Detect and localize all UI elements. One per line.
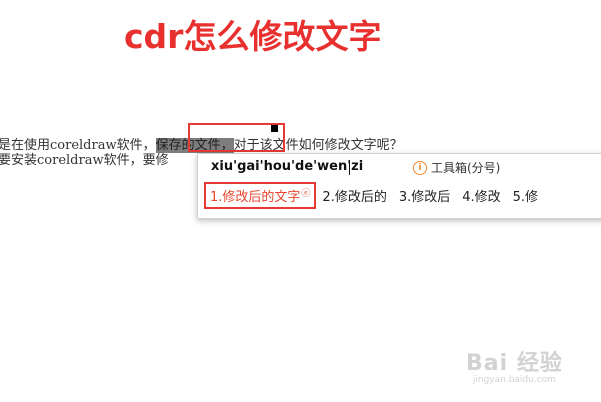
candidate-5[interactable]: 5.修 bbox=[507, 183, 544, 208]
cloud-suggestion-icon: ⓔ bbox=[301, 189, 311, 199]
watermark-brand: Bai 经验 bbox=[466, 351, 563, 376]
candidate-list: 1.修改后的文字ⓔ 2.修改后的 3.修改后 4.修改 5.修 bbox=[204, 182, 544, 209]
toolbox-button[interactable]: i 工具箱(分号) bbox=[413, 159, 500, 176]
ime-candidate-window: xiu'gai'hou'de'wen'zi i 工具箱(分号) 1.修改后的文字… bbox=[197, 153, 601, 219]
candidate-2[interactable]: 2.修改后的 bbox=[316, 183, 392, 208]
pinyin-input[interactable]: xiu'gai'hou'de'wen'zi bbox=[211, 159, 363, 174]
page-title: cdr怎么修改文字 bbox=[124, 17, 382, 56]
candidate-4[interactable]: 4.修改 bbox=[456, 183, 506, 208]
info-icon: i bbox=[413, 160, 427, 175]
input-caret bbox=[349, 160, 350, 175]
toolbox-label: 工具箱(分号) bbox=[431, 161, 501, 175]
candidate-1[interactable]: 1.修改后的文字ⓔ bbox=[204, 182, 317, 209]
text-cursor-handle[interactable] bbox=[271, 125, 278, 132]
candidate-3[interactable]: 3.修改后 bbox=[393, 183, 456, 208]
document-line-2: 要安装coreldraw软件，要修 bbox=[0, 153, 169, 168]
watermark-url: jingyan.baidu.com bbox=[472, 375, 556, 385]
baidu-watermark: Bai 经验 jingyan.baidu.com bbox=[466, 345, 563, 385]
